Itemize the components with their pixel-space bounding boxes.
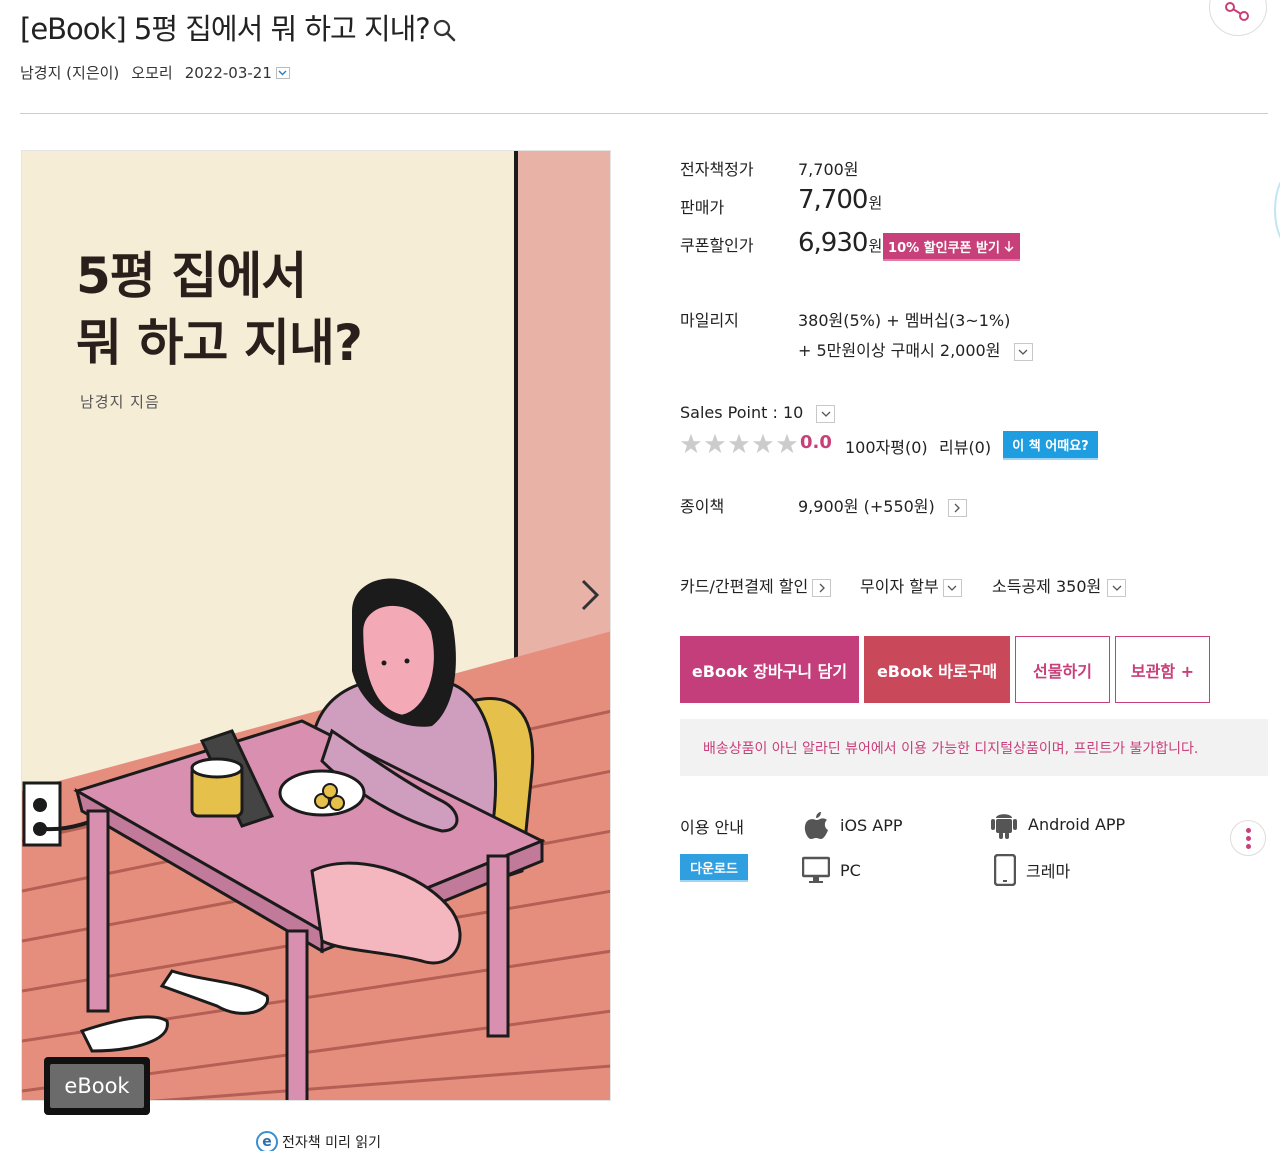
search-icon[interactable] [432, 18, 458, 44]
ios-app-label: iOS APP [840, 815, 903, 835]
ebook-price-label: 전자책정가 [680, 160, 754, 179]
download-button[interactable]: 다운로드 [680, 854, 748, 882]
sale-price: 7,700원 [798, 185, 882, 215]
chevron-down-icon[interactable] [1107, 578, 1127, 597]
add-to-cart-button[interactable]: eBook 장바구니 담기 [680, 636, 859, 703]
buy-now-button[interactable]: eBook 바로구매 [864, 636, 1010, 703]
preview-label: 전자책 미리 읽기 [282, 1135, 382, 1151]
mileage-line2: + 5만원이상 구매시 2,000원 [798, 337, 1033, 361]
dot-icon [1245, 827, 1251, 833]
mileage-label: 마일리지 [680, 311, 739, 330]
paper-book-label: 종이책 [680, 497, 725, 516]
tax-deduction[interactable]: 소득공제 350원 [992, 573, 1127, 597]
star-icon [728, 433, 750, 454]
preview-link[interactable]: e 전자책 미리 읽기 [256, 1131, 381, 1151]
publisher-link[interactable]: 오모리 [131, 62, 172, 83]
ebook-preview-icon: e [256, 1131, 278, 1151]
paper-book-price-value: 9,900원 (+550원) [798, 497, 935, 516]
sale-price-value: 7,700 [798, 185, 868, 215]
download-arrow-icon [1004, 240, 1014, 252]
chevron-down-icon[interactable] [942, 578, 962, 597]
book-cover[interactable]: 5평 집에서 뭐 하고 지내? 남경지 지음 [21, 150, 611, 1101]
dot-icon [1245, 835, 1251, 841]
how-is-this-book-button[interactable]: 이 책 어때요? [1003, 431, 1098, 460]
ereader-icon [994, 854, 1016, 886]
coupon-price: 6,930원 [798, 228, 882, 258]
cover-title: 5평 집에서 뭐 하고 지내? [76, 243, 363, 377]
share-button[interactable] [1209, 0, 1267, 36]
dot-icon [1245, 843, 1251, 849]
sales-point: Sales Point : 10 [680, 403, 836, 423]
android-app-label: Android APP [1028, 814, 1126, 834]
mileage-line1: 380원(5%) + 멤버십(3~1%) [798, 311, 1011, 330]
book-meta: 남경지 (지은이) 오모리 2022-03-21 [20, 62, 290, 83]
sale-price-unit: 원 [868, 194, 883, 212]
monitor-icon [802, 856, 830, 883]
sale-price-label: 판매가 [680, 198, 725, 217]
coupon-price-unit: 원 [868, 237, 883, 255]
crema-label: 크레마 [1026, 862, 1071, 881]
apple-icon [804, 812, 828, 839]
star-icon [776, 433, 798, 454]
android-icon [991, 814, 1017, 839]
gift-button[interactable]: 선물하기 [1015, 636, 1110, 703]
pc-label: PC [840, 860, 861, 880]
android-app-link[interactable]: Android APP [990, 808, 1125, 840]
card-discount-label: 카드/간편결제 할인 [680, 577, 809, 596]
coupon-price-label: 쿠폰할인가 [680, 236, 754, 255]
chevron-right-icon[interactable] [575, 575, 605, 615]
sales-point-label: Sales Point : 10 [680, 403, 804, 422]
coupon-button[interactable]: 10% 할인쿠폰 받기 [883, 233, 1020, 261]
comments-link[interactable]: 100자평(0) [845, 434, 928, 458]
share-icon [1225, 2, 1249, 21]
wishlist-button[interactable]: 보관함 + [1115, 636, 1210, 703]
ebook-price-value: 7,700원 [798, 160, 859, 179]
usage-label: 이용 안내 [680, 818, 744, 837]
rating-stars [680, 433, 798, 454]
mileage-line2-text: + 5만원이상 구매시 2,000원 [798, 341, 1001, 360]
ebook-badge: eBook [44, 1057, 150, 1115]
cover-title-line1: 5평 집에서 [76, 247, 307, 305]
cover-title-line2: 뭐 하고 지내? [76, 314, 363, 372]
mileage-dropdown-icon[interactable] [1013, 342, 1033, 361]
chevron-right-icon[interactable] [947, 498, 967, 517]
cover-author: 남경지 지음 [80, 393, 160, 411]
author-link[interactable]: 남경지 (지은이) [20, 62, 119, 83]
coupon-price-value: 6,930 [798, 228, 868, 258]
page-title-row: [eBook] 5평 집에서 뭐 하고 지내? [20, 6, 458, 48]
card-discount[interactable]: 카드/간편결제 할인 [680, 573, 832, 597]
paper-book-price[interactable]: 9,900원 (+550원) [798, 493, 967, 517]
date-dropdown-icon[interactable] [275, 66, 290, 79]
rating-score: 0.0 [800, 432, 832, 453]
coupon-button-label: 10% 할인쿠폰 받기 [888, 240, 1000, 256]
installment[interactable]: 무이자 할부 [860, 573, 962, 597]
star-icon [680, 433, 702, 454]
digital-product-notice: 배송상품이 아닌 알라딘 뷰어에서 이용 가능한 디지털상품이며, 프린트가 불… [680, 719, 1268, 776]
ebook-badge-label: eBook [50, 1064, 144, 1108]
header-divider [20, 113, 1268, 114]
page-title: [eBook] 5평 집에서 뭐 하고 지내? [20, 12, 431, 46]
more-options-button[interactable] [1230, 820, 1266, 856]
publish-date: 2022-03-21 [184, 63, 272, 82]
reviews-link[interactable]: 리뷰(0) [939, 434, 991, 458]
ios-app-link[interactable]: iOS APP [802, 810, 903, 840]
chevron-right-icon[interactable] [812, 578, 832, 597]
side-float-edge [1274, 170, 1280, 250]
tax-deduction-label: 소득공제 350원 [992, 577, 1102, 596]
installment-label: 무이자 할부 [860, 577, 939, 596]
crema-link[interactable]: 크레마 [994, 854, 1070, 886]
star-icon [704, 433, 726, 454]
sales-point-dropdown-icon[interactable] [816, 404, 836, 423]
star-icon [752, 433, 774, 454]
pc-link[interactable]: PC [802, 856, 861, 884]
